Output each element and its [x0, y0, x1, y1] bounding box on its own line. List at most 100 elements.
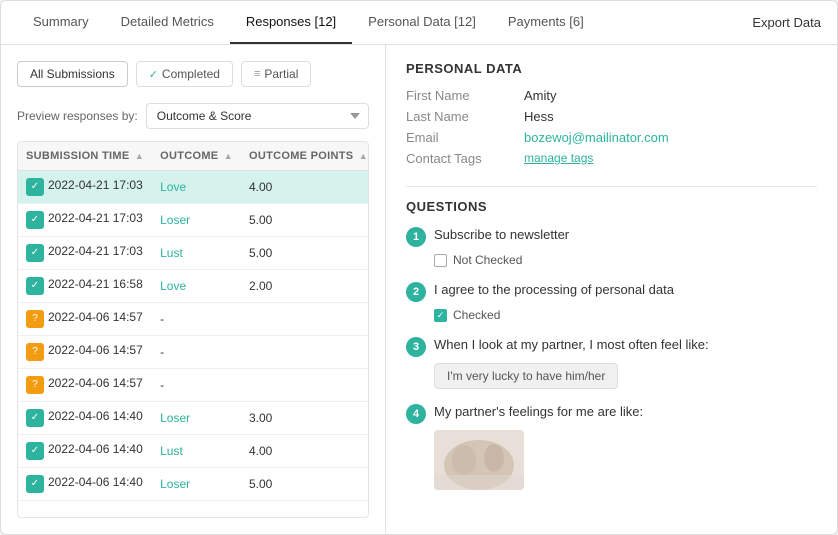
submissions-table: SUBMISSION TIME ▲ OUTCOME ▲ OUTCOME POIN…	[18, 142, 369, 501]
q3-text: When I look at my partner, I most often …	[434, 336, 709, 354]
q1-number: 1	[406, 227, 426, 247]
table-row[interactable]: ?2022-04-06 14:57 - 🗑	[18, 369, 369, 402]
preview-label: Preview responses by:	[17, 109, 138, 123]
questions-title: QUESTIONS	[406, 199, 817, 214]
cell-time: ✓2022-04-06 14:40	[18, 468, 152, 501]
right-panel: PERSONAL DATA First Name Amity Last Name…	[386, 45, 837, 534]
sort-icon: ▲	[224, 151, 233, 161]
tab-payments[interactable]: Payments [6]	[492, 1, 600, 44]
q1-checkbox-icon	[434, 254, 447, 267]
preview-select[interactable]: Outcome & Score	[146, 103, 369, 129]
cell-points: 4.00	[241, 435, 369, 468]
firstname-label: First Name	[406, 88, 516, 103]
table-row[interactable]: ✓2022-04-21 17:03 Loser 5.00 9.0 🗑	[18, 204, 369, 237]
completed-filter-button[interactable]: ✓ Completed	[136, 61, 233, 87]
cell-time: ✓2022-04-21 16:58	[18, 270, 152, 303]
export-data-button[interactable]: Export Data	[752, 15, 821, 30]
main-container: Summary Detailed Metrics Responses [12] …	[0, 0, 838, 535]
cell-outcome: Loser	[152, 204, 241, 237]
filter-row: All Submissions ✓ Completed ≡ Partial	[17, 61, 369, 87]
col-submission-time[interactable]: SUBMISSION TIME ▲	[18, 142, 152, 171]
cell-outcome: -	[152, 303, 241, 336]
table-row[interactable]: ✓2022-04-21 16:58 Love 2.00 5.0 🗑	[18, 270, 369, 303]
nav-tabs: Summary Detailed Metrics Responses [12] …	[17, 1, 600, 44]
row-status-icon: ?	[26, 310, 44, 328]
partial-icon: ≡	[254, 68, 260, 80]
question-1: 1 Subscribe to newsletter Not Checked	[406, 226, 817, 267]
cell-time: ✓2022-04-06 14:40	[18, 435, 152, 468]
question-2: 2 I agree to the processing of personal …	[406, 281, 817, 322]
tab-summary[interactable]: Summary	[17, 1, 105, 44]
firstname-value: Amity	[524, 88, 817, 103]
tab-personal-data[interactable]: Personal Data [12]	[352, 1, 492, 44]
sort-icon: ▲	[359, 151, 368, 161]
email-value[interactable]: bozewoj@mailinator.com	[524, 130, 817, 145]
lastname-value: Hess	[524, 109, 817, 124]
submissions-table-container: SUBMISSION TIME ▲ OUTCOME ▲ OUTCOME POIN…	[17, 141, 369, 518]
cell-points: 5.00	[241, 204, 369, 237]
cell-outcome: Loser	[152, 468, 241, 501]
table-row[interactable]: ✓2022-04-21 17:03 Love 4.00 6.0 🗑	[18, 171, 369, 204]
cell-time: ✓2022-04-21 17:03	[18, 204, 152, 237]
q3-answer-pill: I'm very lucky to have him/her	[434, 363, 618, 389]
cell-points	[241, 336, 369, 369]
cell-time: ✓2022-04-21 17:03	[18, 237, 152, 270]
q2-answer-label: Checked	[453, 308, 500, 322]
cell-time: ?2022-04-06 14:57	[18, 369, 152, 402]
row-status-icon: ✓	[26, 409, 44, 427]
sort-icon: ▲	[135, 151, 144, 161]
table-row[interactable]: ?2022-04-06 14:57 - 🗑	[18, 336, 369, 369]
cell-time: ✓2022-04-21 17:03	[18, 171, 152, 204]
cell-time: ?2022-04-06 14:57	[18, 336, 152, 369]
top-nav: Summary Detailed Metrics Responses [12] …	[1, 1, 837, 45]
manage-tags-link[interactable]: manage tags	[524, 151, 817, 166]
partial-filter-button[interactable]: ≡ Partial	[241, 61, 311, 87]
cell-outcome: Lust	[152, 237, 241, 270]
table-row[interactable]: ✓2022-04-21 17:03 Lust 5.00 8.0 🗑	[18, 237, 369, 270]
table-row[interactable]: ✓2022-04-06 14:40 Loser 5.00 8.0 🗑	[18, 468, 369, 501]
q4-number: 4	[406, 404, 426, 424]
q2-answer: ✓ Checked	[434, 308, 817, 322]
cell-points: 3.00	[241, 402, 369, 435]
check-icon: ✓	[149, 68, 158, 81]
tab-detailed-metrics[interactable]: Detailed Metrics	[105, 1, 230, 44]
row-status-icon: ?	[26, 376, 44, 394]
question-4-header: 4 My partner's feelings for me are like:	[406, 403, 817, 424]
cell-points: 5.00	[241, 237, 369, 270]
col-outcome[interactable]: OUTCOME ▲	[152, 142, 241, 171]
cell-points	[241, 369, 369, 402]
personal-data-title: PERSONAL DATA	[406, 61, 817, 76]
q3-answer: I'm very lucky to have him/her	[434, 363, 817, 389]
q1-text: Subscribe to newsletter	[434, 226, 569, 244]
q4-text: My partner's feelings for me are like:	[434, 403, 643, 421]
q1-answer: Not Checked	[434, 253, 817, 267]
table-row[interactable]: ?2022-04-06 14:57 - 🗑	[18, 303, 369, 336]
table-row[interactable]: ✓2022-04-06 14:40 Loser 3.00 5.0 🗑	[18, 402, 369, 435]
table-row[interactable]: ✓2022-04-06 14:40 Lust 4.00 8.0 🗑	[18, 435, 369, 468]
left-panel: All Submissions ✓ Completed ≡ Partial Pr…	[1, 45, 386, 534]
content-area: All Submissions ✓ Completed ≡ Partial Pr…	[1, 45, 837, 534]
section-divider	[406, 186, 817, 187]
q1-answer-label: Not Checked	[453, 253, 522, 267]
contact-tags-label: Contact Tags	[406, 151, 516, 166]
cell-outcome: Love	[152, 270, 241, 303]
all-submissions-button[interactable]: All Submissions	[17, 61, 128, 87]
cell-outcome: Loser	[152, 402, 241, 435]
cell-outcome: Love	[152, 171, 241, 204]
cell-points: 2.00	[241, 270, 369, 303]
row-status-icon: ✓	[26, 178, 44, 196]
cell-time: ?2022-04-06 14:57	[18, 303, 152, 336]
tab-responses[interactable]: Responses [12]	[230, 1, 352, 44]
question-2-header: 2 I agree to the processing of personal …	[406, 281, 817, 302]
row-status-icon: ✓	[26, 442, 44, 460]
question-1-header: 1 Subscribe to newsletter	[406, 226, 817, 247]
q2-number: 2	[406, 282, 426, 302]
q4-answer-image	[434, 430, 524, 490]
row-status-icon: ?	[26, 343, 44, 361]
col-outcome-points[interactable]: OUTCOME POINTS ▲	[241, 142, 369, 171]
row-status-icon: ✓	[26, 244, 44, 262]
lastname-label: Last Name	[406, 109, 516, 124]
email-label: Email	[406, 130, 516, 145]
row-status-icon: ✓	[26, 211, 44, 229]
preview-row: Preview responses by: Outcome & Score	[17, 103, 369, 129]
